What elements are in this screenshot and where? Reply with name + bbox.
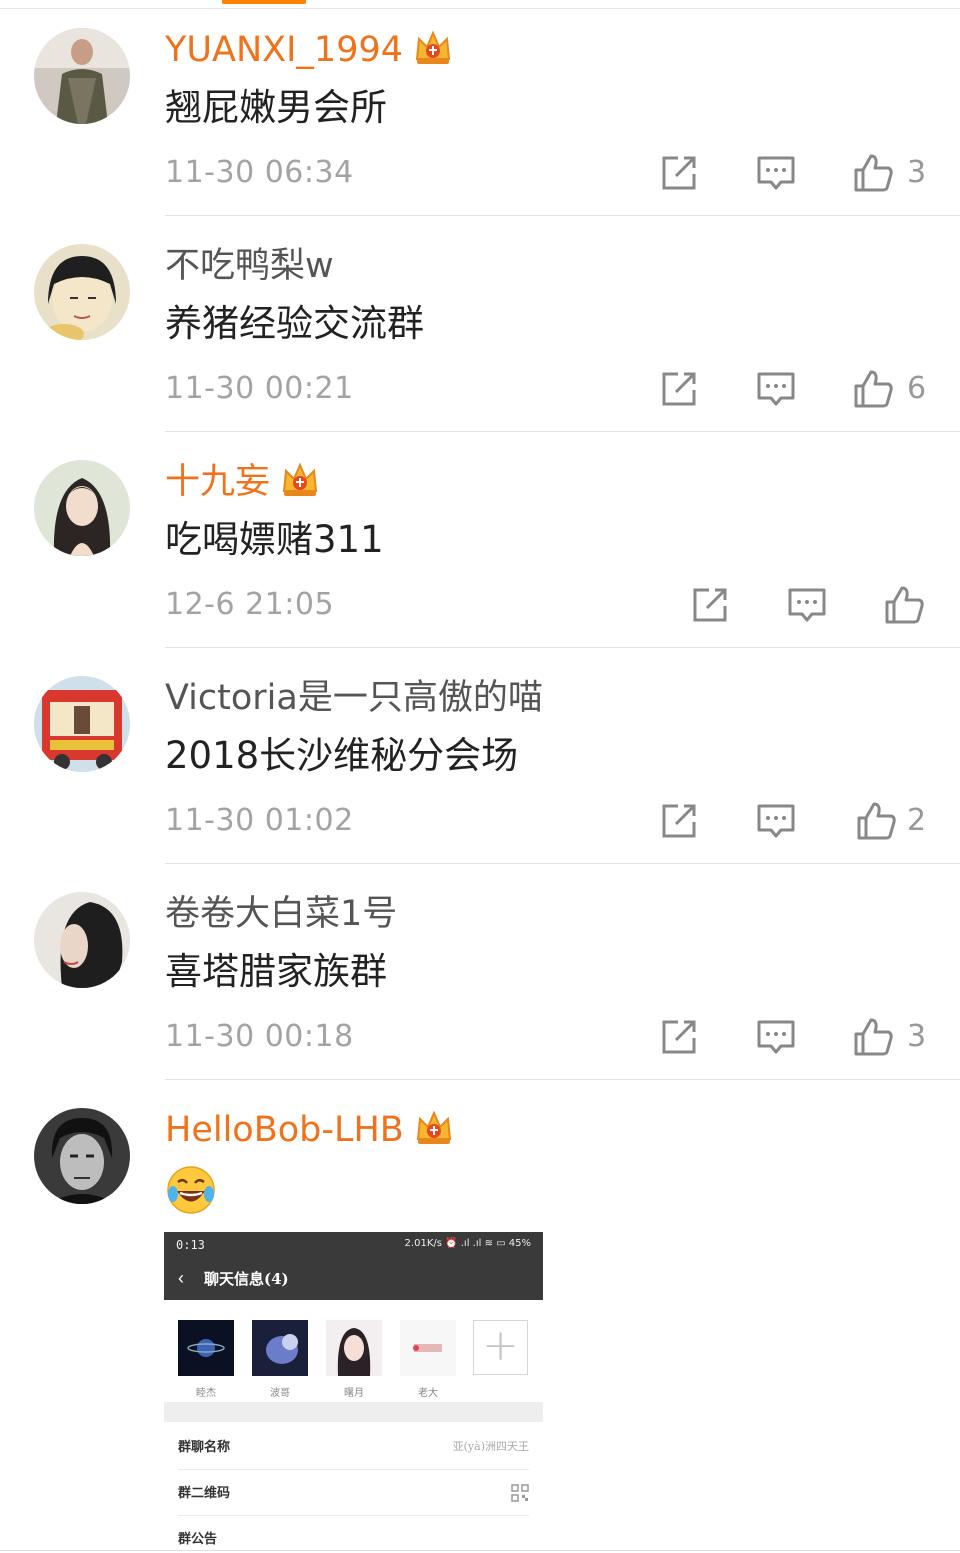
like-count: 3 [907, 1019, 927, 1054]
comment-author-name[interactable]: 不吃鸭梨w [165, 246, 334, 286]
comment-divider [165, 647, 960, 648]
share-icon[interactable] [658, 800, 700, 842]
comment-author-name[interactable]: HelloBob-LHB [165, 1110, 454, 1150]
embedded-chat-title: 聊天信息(4) [204, 1270, 289, 1288]
bottom-divider [0, 1550, 960, 1551]
embedded-row-qr-code: 群二维码 [164, 1470, 543, 1516]
active-tab-indicator [222, 0, 306, 4]
comment-divider [165, 215, 960, 216]
comment-text: 2018长沙维秘分会场 [165, 734, 519, 777]
embedded-status-icons: 2.01K/s ⏰ .ıl .ıl ≋ ▭ 45% [404, 1238, 531, 1249]
comment-time: 11-30 00:21 [165, 371, 354, 406]
embedded-row-announcement: 群公告 [178, 1532, 218, 1547]
comment-author-name[interactable]: 十九妄 [165, 462, 320, 502]
comment-author-name[interactable]: 卷卷大白菜1号 [165, 894, 397, 934]
share-icon[interactable] [658, 1016, 700, 1058]
like-icon[interactable] [852, 368, 894, 410]
embedded-member: 曙月 [326, 1320, 382, 1399]
top-divider [0, 8, 960, 9]
avatar[interactable] [34, 892, 130, 988]
qr-code-icon [511, 1484, 529, 1502]
like-icon[interactable] [852, 1016, 894, 1058]
comment-author-name[interactable]: YUANXI_1994 [165, 30, 453, 70]
embedded-section-gap [164, 1402, 543, 1422]
add-member-icon: + [473, 1320, 528, 1375]
like-count: 2 [907, 803, 927, 838]
comment-time: 11-30 00:18 [165, 1019, 354, 1054]
avatar[interactable] [34, 28, 130, 124]
embedded-member: 老大 [400, 1320, 456, 1399]
avatar[interactable] [34, 244, 130, 340]
reply-icon[interactable] [755, 368, 797, 410]
reply-icon[interactable] [755, 152, 797, 194]
comment-divider [165, 431, 960, 432]
embedded-chat-header: 0:13 2.01K/s ⏰ .ıl .ıl ≋ ▭ 45% ‹ 聊天信息(4) [164, 1232, 543, 1300]
like-count: 3 [907, 155, 927, 190]
embedded-member: 睦杰 [178, 1320, 234, 1399]
comment-divider [165, 1079, 960, 1080]
share-icon[interactable] [658, 152, 700, 194]
vip-crown-icon [282, 462, 318, 496]
comment-text: 养猪经验交流群 [165, 302, 424, 345]
laughing-emoji [165, 1164, 217, 1216]
embedded-status-time: 0:13 [176, 1238, 205, 1252]
comment-text: 翘屁嫩男会所 [165, 86, 387, 129]
embedded-member: 波哥 [252, 1320, 308, 1399]
comment-divider [165, 863, 960, 864]
embedded-row-group-name: 群聊名称 亚(yà)洲四天王 [164, 1424, 543, 1470]
avatar[interactable] [34, 676, 130, 772]
back-chevron-icon: ‹ [178, 1268, 184, 1288]
like-icon[interactable] [855, 800, 897, 842]
vip-crown-icon [415, 30, 451, 64]
reply-icon[interactable] [786, 584, 828, 626]
like-icon[interactable] [883, 584, 925, 626]
share-icon[interactable] [689, 584, 731, 626]
like-icon[interactable] [852, 152, 894, 194]
avatar[interactable] [34, 460, 130, 556]
reply-icon[interactable] [755, 1016, 797, 1058]
like-count: 6 [907, 371, 927, 406]
reply-icon[interactable] [755, 800, 797, 842]
comment-text: 吃喝嫖赌311 [165, 518, 384, 561]
vip-crown-icon [416, 1110, 451, 1144]
share-icon[interactable] [658, 368, 700, 410]
comment-time: 12-6 21:05 [165, 587, 335, 622]
comment-author-name[interactable]: Victoria是一只高傲的喵 [165, 678, 543, 718]
embedded-member-list: 睦杰 波哥 曙月 老大 + [164, 1300, 543, 1400]
avatar[interactable] [34, 1108, 130, 1204]
comment-image[interactable]: 0:13 2.01K/s ⏰ .ıl .ıl ≋ ▭ 45% ‹ 聊天信息(4)… [164, 1232, 543, 1553]
comment-time: 11-30 01:02 [165, 803, 354, 838]
comment-time: 11-30 06:34 [165, 155, 354, 190]
comment-text: 喜塔腊家族群 [165, 950, 387, 993]
